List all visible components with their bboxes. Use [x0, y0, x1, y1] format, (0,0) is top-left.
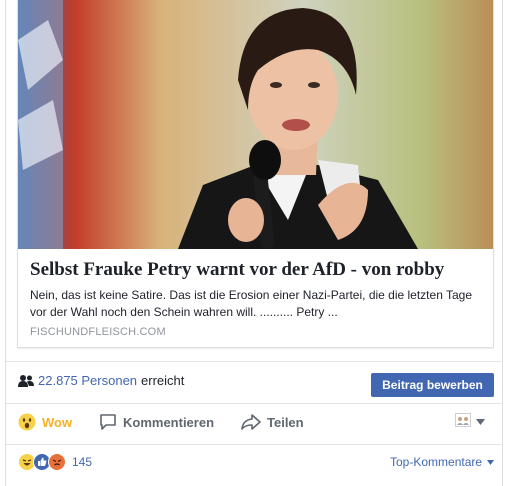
angry-icon [48, 453, 66, 471]
chevron-down-icon [485, 455, 495, 469]
link-domain: FISCHUNDFLEISCH.COM [30, 326, 166, 338]
divider [6, 444, 502, 445]
reach-stats: 22.875 Personen erreicht [18, 373, 184, 388]
wow-icon [18, 413, 36, 431]
reach-count[interactable]: 22.875 Personen [38, 373, 137, 388]
people-icon [18, 374, 34, 388]
wow-reaction-button[interactable]: Wow [18, 413, 72, 431]
link-preview-image[interactable] [18, 0, 493, 249]
divider [6, 361, 502, 362]
comment-button[interactable]: Kommentieren [99, 413, 214, 431]
comment-label: Kommentieren [123, 414, 215, 430]
boost-post-button[interactable]: Beitrag bewerben [371, 373, 494, 397]
sort-label: Top-Kommentare [390, 455, 483, 469]
page-avatar-icon [455, 413, 471, 430]
reaction-icons [18, 453, 66, 471]
wow-label: Wow [42, 414, 73, 430]
speaker-photo [18, 0, 493, 249]
link-description: Nein, das ist keine Satire. Das ist die … [30, 288, 473, 319]
reaction-summary[interactable]: 145 [18, 453, 92, 471]
share-icon [241, 413, 261, 431]
comment-sort-dropdown[interactable]: Top-Kommentare [390, 455, 495, 469]
divider [6, 403, 502, 404]
action-bar: Wow Kommentieren Teilen [0, 413, 508, 435]
link-preview-card[interactable]: Selbst Frauke Petry warnt vor der AfD - … [17, 0, 494, 348]
post-as-selector[interactable] [455, 413, 485, 430]
reaction-count[interactable]: 145 [72, 455, 92, 469]
chevron-down-icon [476, 416, 485, 428]
comment-icon [99, 413, 117, 431]
link-title[interactable]: Selbst Frauke Petry warnt vor der AfD - … [30, 258, 482, 282]
reach-label: erreicht [141, 373, 185, 388]
share-label: Teilen [267, 414, 304, 430]
share-button[interactable]: Teilen [241, 413, 304, 431]
